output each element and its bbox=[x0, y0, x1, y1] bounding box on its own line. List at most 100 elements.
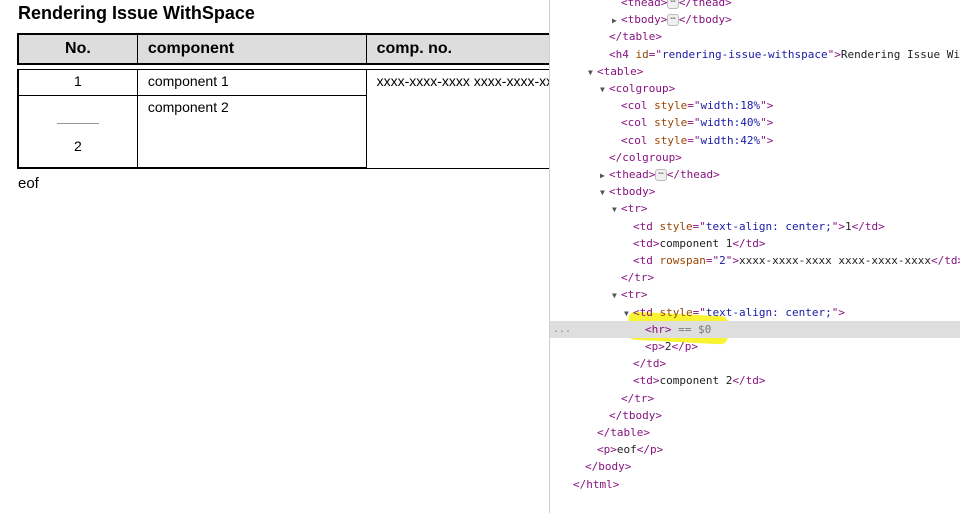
cell-no: 2 bbox=[74, 138, 82, 154]
dom-node-line[interactable]: <h4 id="rendering-issue-withspace">Rende… bbox=[550, 46, 960, 63]
dom-node-line[interactable]: </colgroup> bbox=[550, 149, 960, 166]
dom-token-tag: </html> bbox=[573, 477, 620, 491]
dom-token-tag: "> bbox=[760, 99, 774, 113]
dom-token-tag: <td> bbox=[633, 236, 660, 250]
dom-token-tag: </tr> bbox=[621, 271, 655, 285]
table-row: 1 component 1 xxxx-xxxx-xxxx xxxx-xxxx-x… bbox=[16, 69, 549, 169]
dom-token-tag: "> bbox=[760, 133, 774, 147]
dom-token-val: width:18% bbox=[700, 99, 761, 113]
dom-token-tag: <thead> bbox=[609, 168, 656, 181]
dom-token-tag: </thead> bbox=[678, 0, 732, 9]
collapsed-content-ellipsis-icon[interactable]: ⋯ bbox=[667, 14, 679, 27]
header-comp-no: comp. no. bbox=[365, 33, 549, 65]
dom-token-tag: <table> bbox=[597, 64, 644, 78]
expand-triangle-icon[interactable]: ▶ bbox=[612, 12, 621, 29]
dom-token-tag: <tr> bbox=[621, 202, 648, 216]
dom-node-line[interactable]: </html> bbox=[550, 476, 960, 493]
dom-node-line[interactable]: </table> bbox=[550, 424, 960, 441]
dom-token-val: rendering-issue-withspace bbox=[662, 47, 828, 61]
component-table: No. component comp. no. 1 component 1 xx… bbox=[16, 33, 549, 169]
collapse-triangle-icon[interactable]: ▼ bbox=[624, 305, 633, 322]
dom-node-line[interactable]: </tr> bbox=[550, 269, 960, 286]
collapsed-content-ellipsis-icon[interactable]: ⋯ bbox=[655, 169, 667, 181]
rendered-page-viewport: Rendering Issue WithSpace No. component … bbox=[0, 0, 549, 513]
page-heading: Rendering Issue WithSpace bbox=[18, 3, 255, 23]
dom-node-line[interactable]: <p>2</p> bbox=[550, 338, 960, 355]
dom-token-tag: </tbody> bbox=[609, 408, 662, 422]
dom-token-tag: <td bbox=[633, 305, 660, 319]
dom-token-val: width:40% bbox=[700, 116, 761, 130]
dom-node-line[interactable]: ▼ <table> bbox=[550, 63, 960, 80]
dom-token-tag: =" bbox=[692, 305, 706, 319]
dom-token-tag: </td> bbox=[931, 254, 960, 267]
dom-token-tag: <tr> bbox=[621, 288, 648, 302]
dom-token-tag: </p> bbox=[671, 340, 699, 353]
dom-node-line[interactable]: ▶ <tbody> ⋯ </tbody> bbox=[550, 11, 960, 28]
dom-node-line[interactable]: <col style="width:40%"> bbox=[550, 114, 960, 131]
dom-token-tag: "> bbox=[760, 116, 774, 130]
dom-token-tag: </thead> bbox=[666, 168, 720, 181]
dom-node-selected[interactable]: <hr> == $0... bbox=[550, 320, 960, 338]
collapse-triangle-icon[interactable]: ▼ bbox=[600, 184, 609, 201]
dom-token-tag: =" bbox=[687, 99, 701, 113]
dom-token-val: text-align: center; bbox=[705, 219, 832, 233]
horizontal-rule bbox=[56, 123, 99, 124]
dom-node-line[interactable]: </body> bbox=[550, 458, 960, 475]
dom-token-txt: 1 bbox=[844, 219, 852, 233]
dom-node-line[interactable]: <td>component 1</td> bbox=[550, 235, 960, 252]
dom-token-tag: "> bbox=[831, 305, 845, 319]
dom-node-line[interactable]: <col style="width:42%"> bbox=[550, 132, 960, 149]
collapse-triangle-icon[interactable]: ▼ bbox=[612, 287, 621, 304]
collapse-triangle-icon[interactable]: ▼ bbox=[600, 81, 609, 98]
dom-token-attr: style bbox=[659, 305, 693, 319]
dom-token-tag: <hr> bbox=[645, 322, 672, 336]
dom-token-tag: =" bbox=[687, 133, 701, 147]
dom-node-line[interactable]: <p>eof</p> bbox=[550, 441, 960, 458]
dom-node-line[interactable]: ▼ <tr> bbox=[550, 286, 960, 303]
dom-token-tag: </tr> bbox=[621, 391, 655, 405]
dom-node-line[interactable]: </td> bbox=[550, 355, 960, 372]
dom-node-line[interactable]: ▼ <tr> bbox=[550, 200, 960, 217]
dom-token-tag: <col bbox=[621, 99, 655, 113]
dom-token-txt: 2 bbox=[664, 340, 672, 353]
collapse-triangle-icon[interactable]: ▼ bbox=[588, 64, 597, 81]
dom-token-attr: style bbox=[659, 219, 693, 233]
dom-node-line[interactable]: ▼ <colgroup> bbox=[550, 80, 960, 97]
dom-token-tag: </td> bbox=[633, 357, 667, 371]
dom-token-tag: =" bbox=[705, 254, 720, 267]
cell-no-with-hr: 2 bbox=[16, 95, 138, 169]
cell-no: 1 bbox=[16, 69, 138, 96]
cell-component: component 2 bbox=[136, 95, 367, 169]
dom-token-txt: xxxx-xxxx-xxxx xxxx-xxxx-xxxx bbox=[738, 254, 932, 267]
dom-token-tag: </body> bbox=[585, 460, 632, 474]
dom-token-tag: =" bbox=[687, 116, 701, 130]
dom-node-line[interactable]: </tbody> bbox=[550, 407, 960, 424]
dom-token-tag: </p> bbox=[636, 443, 664, 457]
collapsed-content-ellipsis-icon[interactable]: ⋯ bbox=[667, 0, 679, 9]
dom-node-line[interactable]: </tr> bbox=[550, 390, 960, 407]
devtools-elements-panel[interactable]: <thead> ⋯ </thead> ▶ <tbody> ⋯ </tbody> </table… bbox=[549, 0, 960, 513]
dom-node-line[interactable]: <td style="text-align: center;">1</td> bbox=[550, 218, 960, 235]
dom-token-tag: <tbody> bbox=[609, 185, 656, 199]
expand-triangle-icon[interactable]: ▶ bbox=[600, 167, 609, 184]
dom-token-attr: style bbox=[654, 133, 688, 147]
dom-node-line[interactable]: <td>component 2</td> bbox=[550, 372, 960, 389]
dom-node-line[interactable]: <thead> ⋯ </thead> bbox=[550, 0, 960, 11]
header-component: component bbox=[136, 33, 367, 65]
dom-token-tag: </table> bbox=[597, 426, 650, 439]
dom-token-attr: style bbox=[654, 116, 688, 130]
dom-token-attr: style bbox=[654, 99, 688, 113]
dom-token-txt: eof bbox=[616, 443, 637, 457]
dom-node-line[interactable]: ▼ <td style="text-align: center;"> bbox=[550, 304, 960, 321]
collapse-triangle-icon[interactable]: ▼ bbox=[612, 201, 621, 218]
dom-node-line[interactable]: </table> bbox=[550, 28, 960, 45]
more-options-dots-icon[interactable]: ... bbox=[553, 321, 571, 338]
dom-node-line[interactable]: <td rowspan="2">xxxx-xxxx-xxxx xxxx-xxxx… bbox=[550, 252, 960, 269]
dom-token-tag: </td> bbox=[851, 219, 885, 233]
dom-token-tag: <h4 bbox=[609, 47, 636, 61]
dom-token-tag: <td bbox=[633, 219, 660, 233]
dom-node-line[interactable]: <col style="width:18%"> bbox=[550, 97, 960, 114]
dom-node-line[interactable]: ▶ <thead> ⋯ </thead> bbox=[550, 166, 960, 183]
dom-node-line[interactable]: ▼ <tbody> bbox=[550, 183, 960, 200]
dom-token-tag: </tbody> bbox=[678, 13, 732, 27]
